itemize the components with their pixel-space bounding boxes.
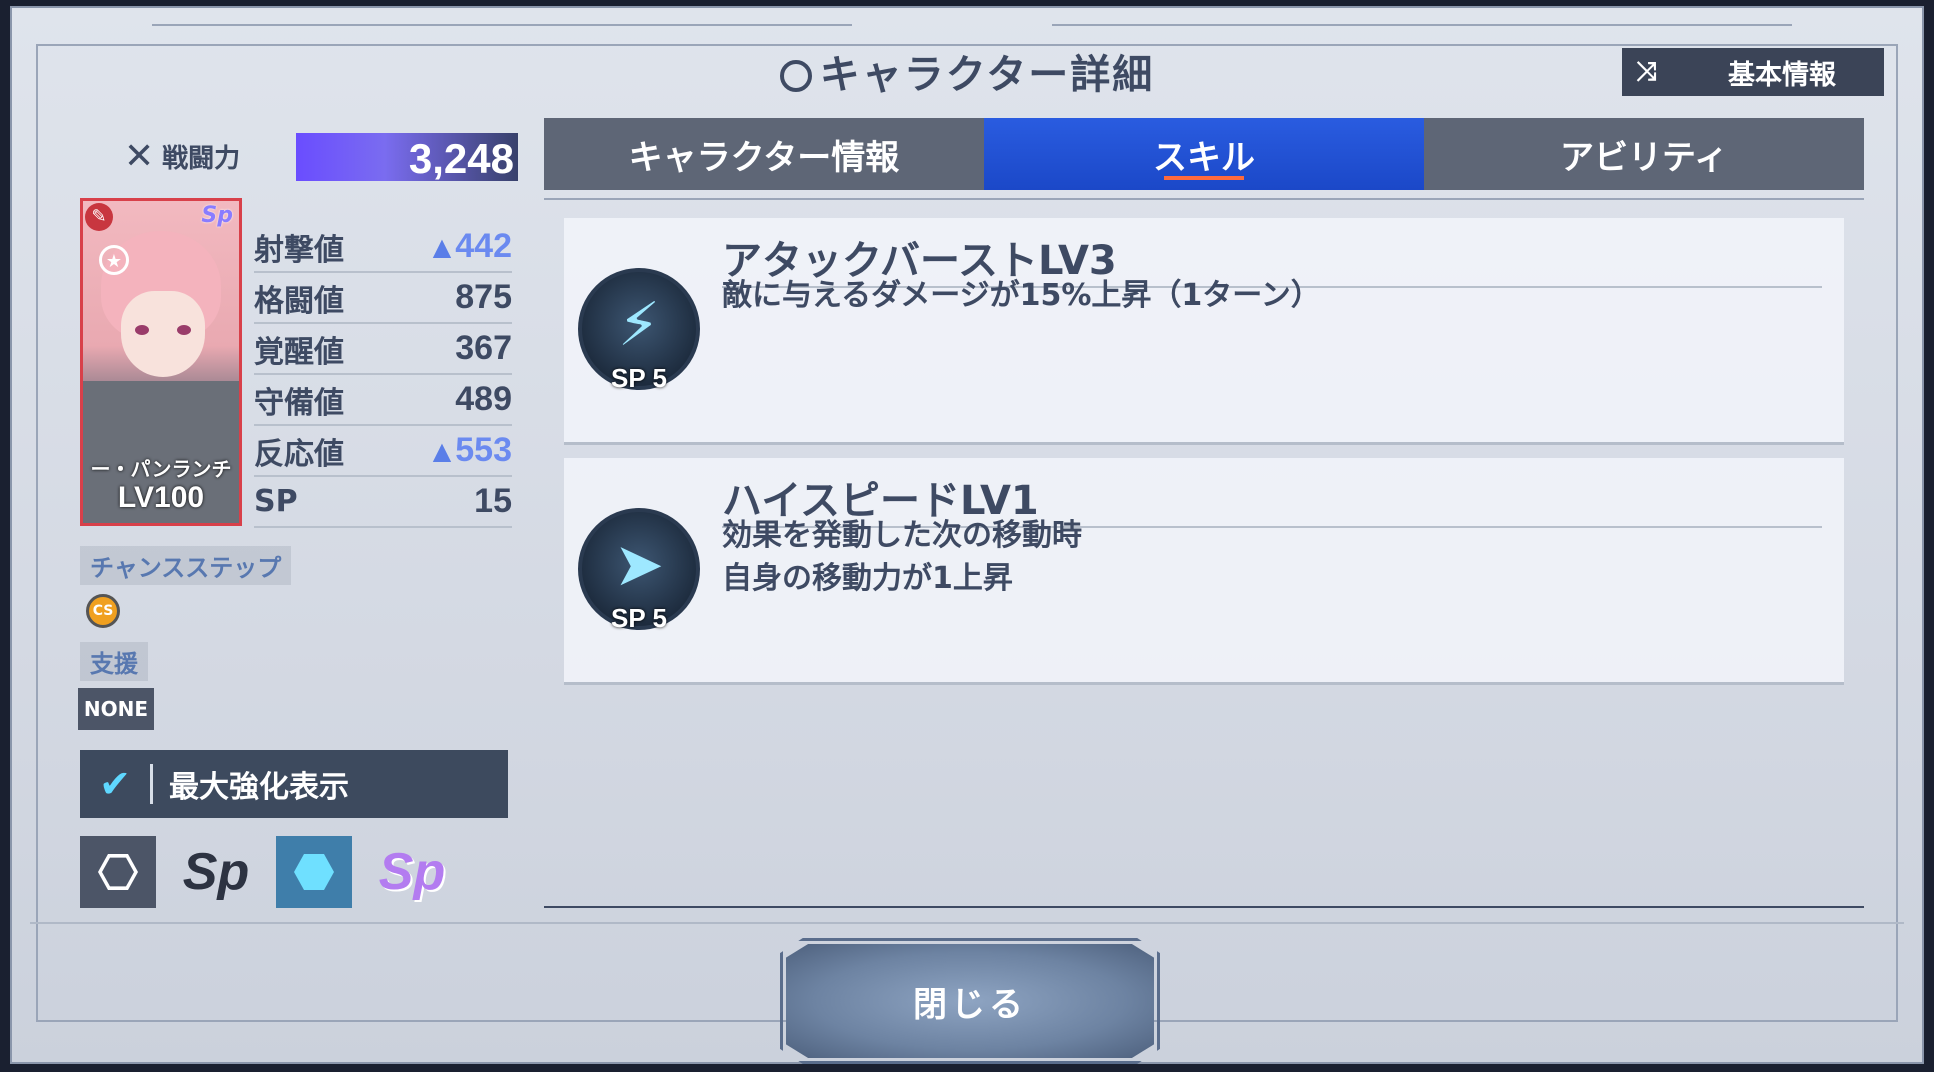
speed-boot-icon: ➤ SP 5	[578, 508, 700, 633]
chance-step-icon: CS	[86, 594, 120, 628]
stat-row: SP 15	[254, 477, 512, 528]
hexagon-filled-icon[interactable]	[276, 836, 352, 908]
stat-value: 442	[455, 227, 512, 265]
character-name: ー・パンランチ	[90, 457, 232, 481]
stat-name: 射撃値	[254, 232, 344, 268]
skill-card[interactable]: ⚡ SP 5 アタックバーストLV3 敵に与えるダメージが15%上昇（1ターン）	[564, 218, 1844, 445]
checkmark-icon: ✔	[80, 764, 153, 804]
top-decor-line-right	[1052, 24, 1792, 26]
stat-value: 367	[455, 329, 512, 367]
stat-value: 489	[455, 380, 512, 418]
chance-step-label: チャンスステップ	[80, 546, 292, 585]
filter-icon-row: Sp Sp	[80, 836, 452, 908]
sp-color-icon[interactable]: Sp	[372, 836, 452, 908]
character-eyes	[135, 325, 191, 335]
footer-divider	[30, 922, 1904, 924]
shuffle-icon: ⤨	[1636, 56, 1657, 87]
stat-name: 守備値	[254, 385, 344, 421]
skill-description-line: 効果を発動した次の移動時	[722, 518, 1082, 553]
tab-bar: キャラクター情報 スキル アビリティ	[544, 118, 1864, 190]
boost-arrow-icon: ▲	[432, 436, 452, 465]
boost-arrow-icon: ▲	[432, 232, 452, 261]
basic-info-button[interactable]: ⤨ 基本情報	[1622, 48, 1884, 96]
close-button[interactable]: 閉じる	[786, 944, 1154, 1058]
skill-description: 効果を発動した次の移動時 自身の移動力が1上昇	[722, 514, 1082, 600]
skill-sp-cost: SP 5	[611, 603, 667, 633]
stat-row: 覚醒値 367	[254, 324, 512, 375]
stat-value: 875	[455, 278, 512, 316]
stat-row: 射撃値 ▲ 442	[254, 222, 512, 273]
stat-name: 格闘値	[254, 283, 344, 319]
tab-skill[interactable]: スキル	[984, 118, 1424, 190]
stat-name: 覚醒値	[254, 334, 344, 370]
lightning-icon: ⚡ SP 5	[578, 268, 700, 393]
crossed-swords-icon: ✕	[124, 136, 155, 177]
support-label: 支援	[80, 642, 148, 681]
power-value: 3,248	[408, 135, 514, 182]
hexagon-outline-icon[interactable]	[80, 836, 156, 908]
skill-description: 敵に与えるダメージが15%上昇（1ターン）	[722, 274, 1321, 317]
power-bar: 3,248	[296, 133, 518, 182]
max-enhance-toggle[interactable]: ✔ 最大強化表示	[80, 750, 508, 818]
skill-sp-cost: SP 5	[611, 363, 667, 393]
stat-value: 553	[455, 431, 512, 469]
max-enhance-label: 最大強化表示	[169, 770, 349, 805]
stat-name: SP	[254, 484, 298, 519]
power-label: ✕ 戦闘力	[124, 136, 240, 177]
sword-icon: ✎	[85, 203, 113, 231]
character-level: LV100	[117, 481, 205, 514]
star-icon: ★	[99, 245, 129, 275]
tab-character-info[interactable]: キャラクター情報	[544, 118, 984, 190]
skill-description-line: 自身の移動力が1上昇	[722, 561, 1013, 596]
power-label-text: 戦闘力	[162, 144, 241, 174]
stat-name: 反応値	[254, 436, 344, 472]
stat-row: 守備値 489	[254, 375, 512, 426]
top-decor-line-left	[152, 24, 852, 26]
character-icon	[779, 60, 812, 92]
content-divider	[544, 906, 1864, 908]
page-title-text: キャラクター詳細	[819, 52, 1155, 98]
skill-description-line: 敵に与えるダメージが15%上昇（1ターン）	[722, 278, 1321, 313]
tab-divider	[544, 198, 1864, 200]
basic-info-label: 基本情報	[1728, 59, 1836, 91]
sp-dark-icon[interactable]: Sp	[176, 836, 256, 908]
stat-row: 反応値 ▲ 553	[254, 426, 512, 477]
tab-ability[interactable]: アビリティ	[1424, 118, 1864, 190]
support-value: NONE	[78, 688, 154, 730]
stat-row: 格闘値 875	[254, 273, 512, 324]
stats-list: 射撃値 ▲ 442 格闘値 875 覚醒値 367 守備値 489 反応値 ▲ …	[254, 222, 512, 528]
skill-card[interactable]: ➤ SP 5 ハイスピードLV1 効果を発動した次の移動時 自身の移動力が1上昇	[564, 458, 1844, 685]
sp-rarity-badge: Sp	[201, 203, 233, 228]
stat-value: 15	[474, 482, 512, 520]
character-card[interactable]: ✎ ★ Sp ー・パンランチ LV100	[80, 198, 242, 526]
